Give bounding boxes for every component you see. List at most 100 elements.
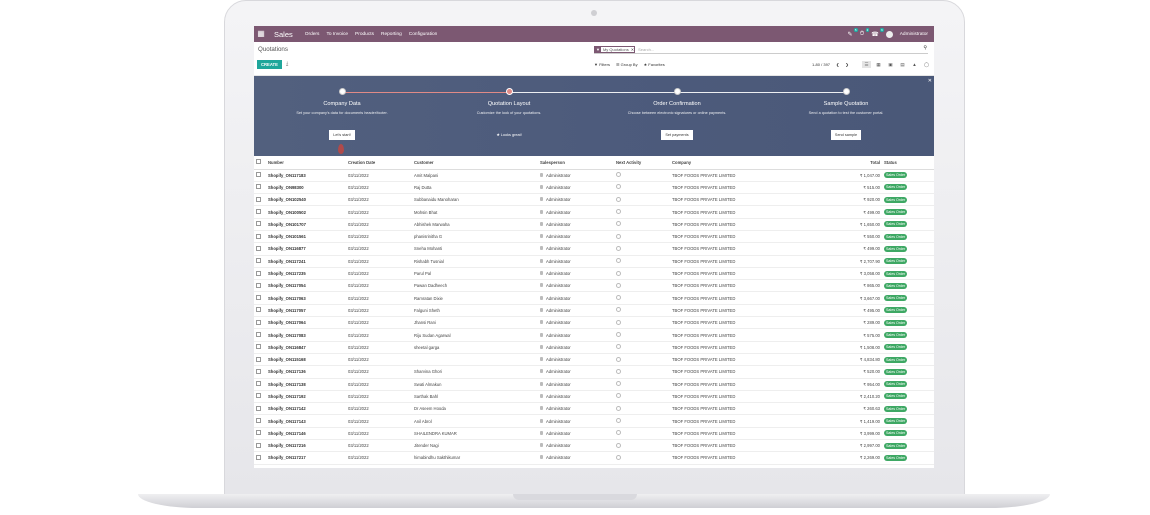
activity-clock-icon[interactable] xyxy=(616,344,621,350)
table-row[interactable]: Shopify_ON117136 03/11/2022 Sharvina Ghori… xyxy=(254,365,934,379)
menu-configuration[interactable]: Configuration xyxy=(409,32,438,37)
activity-clock-icon[interactable] xyxy=(616,368,621,374)
search-input[interactable]: Search... xyxy=(638,47,654,52)
next-activity[interactable] xyxy=(614,427,670,441)
table-row[interactable]: Shopify_ON117063 03/11/2022 Ramratan Dixie… xyxy=(254,291,934,305)
table-row[interactable]: Shopify_ON117146 03/11/2022 SHAILENDRA KUM… xyxy=(254,427,934,441)
menu-products[interactable]: Products xyxy=(355,32,374,37)
table-row[interactable]: Shopify_ON117183 03/11/2022 Amit Malpani Ad… xyxy=(254,169,934,182)
row-checkbox[interactable] xyxy=(254,291,266,305)
activity-clock-icon[interactable] xyxy=(616,184,621,190)
menu-to-invoice[interactable]: To Invoice xyxy=(326,32,348,37)
next-activity[interactable] xyxy=(614,255,670,268)
table-row[interactable]: Shopify_ON116847 03/11/2022 sheetal garga A… xyxy=(254,341,934,354)
activity-clock-icon[interactable] xyxy=(616,233,621,239)
set-payments-button[interactable]: Set payments xyxy=(661,130,693,140)
column-next-activity[interactable]: Next Activity xyxy=(614,156,670,170)
table-row[interactable]: Shopify_ON101707 03/11/2022 Abhishek Marwa… xyxy=(254,218,934,231)
next-activity[interactable] xyxy=(614,181,670,195)
row-checkbox[interactable] xyxy=(254,341,266,354)
table-row[interactable]: Shopify_ON117057 03/11/2022 Falguni Sheth A… xyxy=(254,304,934,318)
next-activity[interactable] xyxy=(614,193,670,207)
row-checkbox[interactable] xyxy=(254,451,266,465)
next-activity[interactable] xyxy=(614,316,670,330)
table-row[interactable]: Shopify_ON117192 03/11/2022 Sarthak Bahl Ad… xyxy=(254,390,934,404)
next-activity[interactable] xyxy=(614,341,670,354)
row-checkbox[interactable] xyxy=(254,427,266,441)
search-facet[interactable]: ▼ My Quotations ✕ xyxy=(594,45,636,53)
next-activity[interactable] xyxy=(614,304,670,318)
activity-clock-icon[interactable] xyxy=(616,454,621,460)
next-activity[interactable] xyxy=(614,291,670,305)
activity-clock-icon[interactable] xyxy=(616,295,621,301)
row-checkbox[interactable] xyxy=(254,181,266,195)
activity-clock-icon[interactable] xyxy=(616,172,621,178)
next-activity[interactable] xyxy=(614,402,670,416)
next-activity[interactable] xyxy=(614,230,670,244)
next-activity[interactable] xyxy=(614,353,670,367)
row-checkbox[interactable] xyxy=(254,328,266,342)
row-checkbox[interactable] xyxy=(254,218,266,231)
menu-orders[interactable]: Orders xyxy=(305,32,320,37)
row-checkbox[interactable] xyxy=(254,193,266,207)
table-row[interactable]: Shopify_ON117241 03/11/2022 Rishabh Tusnia… xyxy=(254,255,934,268)
kanban-view-icon[interactable]: ▦ xyxy=(874,61,883,68)
chat-icon[interactable]: ✎ 5 xyxy=(848,27,858,38)
close-icon[interactable]: ✕ xyxy=(928,78,932,84)
column-number[interactable]: Number xyxy=(266,156,346,170)
activity-clock-icon[interactable] xyxy=(616,245,621,251)
select-all-checkbox[interactable] xyxy=(254,156,266,170)
row-checkbox[interactable] xyxy=(254,304,266,318)
activity-clock-icon[interactable] xyxy=(616,393,621,399)
activity-clock-icon[interactable] xyxy=(616,258,621,264)
table-row[interactable]: Shopify_ON117138 03/11/2022 Swati Almakun A… xyxy=(254,378,934,391)
avatar[interactable] xyxy=(885,30,893,38)
activity-clock-icon[interactable] xyxy=(616,209,621,215)
create-button[interactable]: CREATE xyxy=(257,60,282,69)
activity-clock-icon[interactable] xyxy=(616,418,621,424)
activity-clock-icon[interactable] xyxy=(616,356,621,362)
download-icon[interactable]: ⤓ xyxy=(286,61,288,67)
menu-reporting[interactable]: Reporting xyxy=(381,32,402,37)
activity-clock-icon[interactable] xyxy=(616,442,621,448)
next-activity[interactable] xyxy=(614,242,670,256)
next-activity[interactable] xyxy=(614,328,670,342)
table-row[interactable]: Shopify_ON117217 03/11/2022 himabindhu Sak… xyxy=(254,451,934,465)
row-checkbox[interactable] xyxy=(254,267,266,281)
column-status[interactable]: Status xyxy=(882,156,934,170)
activity-clock-icon[interactable] xyxy=(616,430,621,436)
search-bar[interactable]: ▼ My Quotations ✕ Search... ⚲ xyxy=(594,45,928,54)
activity-clock-icon[interactable] xyxy=(616,332,621,337)
activity-view-icon[interactable]: ◯ xyxy=(922,61,931,68)
row-checkbox[interactable] xyxy=(254,353,266,367)
table-row[interactable]: Shopify_ON101561 03/11/2022 phanisrinitha … xyxy=(254,230,934,244)
apps-menu-icon[interactable]: ▦ xyxy=(254,26,268,42)
row-checkbox[interactable] xyxy=(254,390,266,404)
next-activity[interactable] xyxy=(614,267,670,281)
list-view-icon[interactable]: ☰ xyxy=(862,61,871,68)
search-icon[interactable]: ⚲ xyxy=(923,45,927,51)
activity-clock-icon[interactable] xyxy=(616,282,621,288)
row-checkbox[interactable] xyxy=(254,439,266,453)
column-salesperson[interactable]: Salesperson xyxy=(538,156,614,170)
next-activity[interactable] xyxy=(614,279,670,293)
activity-icon[interactable]: ⏱ 2 xyxy=(860,27,870,38)
table-row[interactable]: Shopify_ON117216 03/11/2022 Jitender Nagi A… xyxy=(254,439,934,453)
row-checkbox[interactable] xyxy=(254,205,266,219)
column-customer[interactable]: Customer xyxy=(412,156,538,170)
table-row[interactable]: Shopify_ON117083 03/11/2022 Riju Sudan Aga… xyxy=(254,328,934,342)
next-activity[interactable] xyxy=(614,390,670,404)
next-activity[interactable] xyxy=(614,378,670,391)
column-creation-date[interactable]: Creation Date xyxy=(346,156,412,170)
table-row[interactable]: Shopify_ON98300 03/11/2022 Raj Dutta Admini… xyxy=(254,181,934,195)
send-sample-button[interactable]: Send sample xyxy=(830,130,862,140)
facet-remove-icon[interactable]: ✕ xyxy=(631,47,634,52)
activity-clock-icon[interactable] xyxy=(616,405,621,411)
row-checkbox[interactable] xyxy=(254,378,266,391)
next-activity[interactable] xyxy=(614,365,670,379)
activity-clock-icon[interactable] xyxy=(616,307,621,313)
table-row[interactable]: Shopify_ON117064 03/11/2022 Jhansi Rani Adm… xyxy=(254,316,934,330)
row-checkbox[interactable] xyxy=(254,279,266,293)
column-total[interactable]: Total xyxy=(800,156,882,170)
calendar-view-icon[interactable]: ▣ xyxy=(886,61,895,68)
